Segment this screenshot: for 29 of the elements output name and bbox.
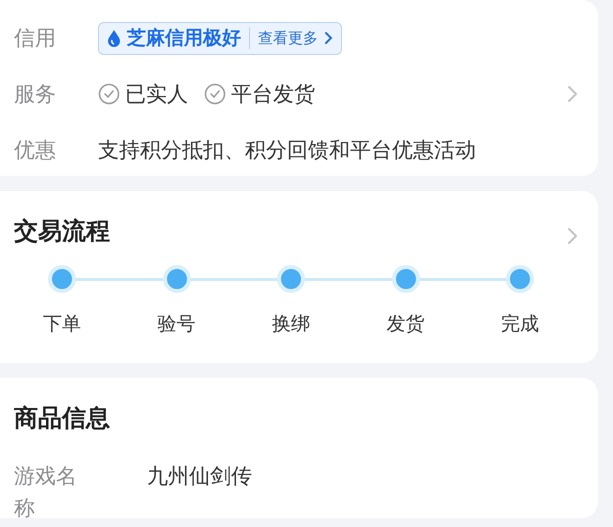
field-label: 游戏名称 — [14, 463, 78, 522]
discount-text: 支持积分抵扣、积分回馈和平台优惠活动 — [98, 137, 476, 164]
step-label: 验号 — [158, 312, 196, 337]
drop-icon — [107, 29, 121, 47]
step-dot — [506, 265, 534, 293]
field-value: 九州仙剑传 — [147, 463, 252, 490]
section-title: 交易流程 — [14, 216, 110, 247]
row-label: 信用 — [14, 25, 57, 52]
service-tag: 平台发货 — [231, 80, 315, 108]
step-label: 换绑 — [272, 312, 310, 337]
check-circle-icon — [204, 83, 226, 105]
step-dot — [162, 265, 190, 293]
credit-badge[interactable]: 芝麻信用极好 查看更多 — [98, 22, 342, 54]
step-label: 发货 — [386, 312, 424, 337]
chevron-right-icon — [324, 31, 333, 45]
step-dot — [48, 265, 76, 293]
row-label: 服务 — [14, 81, 57, 108]
section-title: 商品信息 — [14, 403, 110, 434]
check-circle-icon — [98, 83, 120, 105]
step-dot — [392, 265, 420, 293]
chevron-right-icon[interactable] — [566, 227, 578, 245]
see-more-link[interactable]: 查看更多 — [258, 28, 318, 48]
chevron-right-icon[interactable] — [566, 85, 578, 103]
step-label: 完成 — [501, 312, 539, 337]
credit-rating: 芝麻信用极好 — [127, 26, 241, 51]
service-tag: 已实人 — [125, 80, 188, 108]
step-label: 下单 — [43, 312, 81, 337]
row-label: 优惠 — [14, 137, 57, 164]
step-dot — [277, 265, 305, 293]
